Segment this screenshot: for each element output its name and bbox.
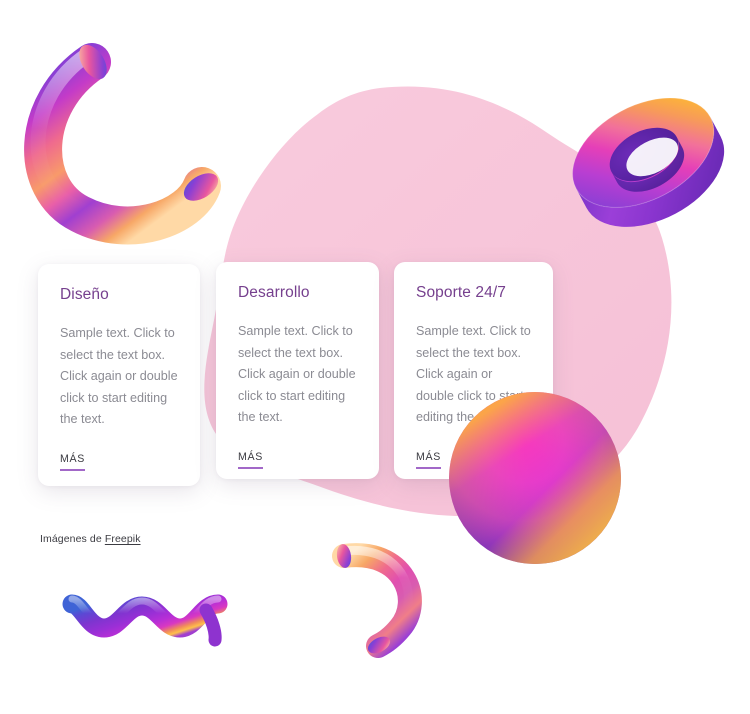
- page-canvas: Diseño Sample text. Click to select the …: [0, 0, 750, 714]
- credit-layer: Imágenes de Freepik: [0, 0, 750, 714]
- credit-prefix: Imágenes de: [40, 533, 105, 545]
- credit-text: Imágenes de Freepik: [40, 533, 141, 545]
- freepik-link[interactable]: Freepik: [105, 533, 141, 545]
